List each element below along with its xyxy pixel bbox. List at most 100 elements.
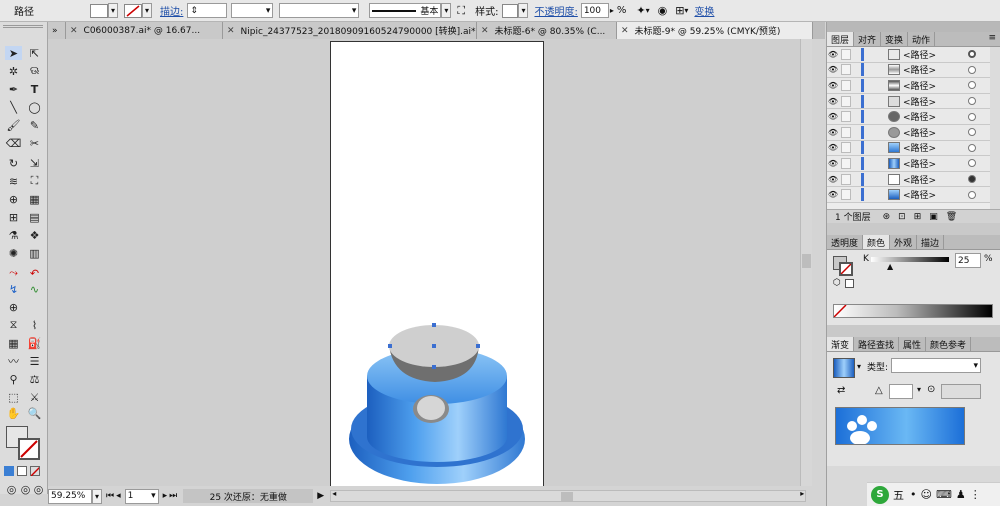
pen-tool-icon[interactable]: ✒ [5,82,22,96]
first-artboard-icon[interactable]: ⏮ [106,491,114,501]
ellipse-tool-icon[interactable]: ◯ [26,100,43,114]
ime-mode-label[interactable]: 五 [893,487,904,503]
style-swatch[interactable] [502,3,519,18]
type-tool-icon[interactable]: T [26,82,43,96]
layer-name[interactable]: <路径> [903,48,936,61]
toolbox-grip[interactable] [3,25,43,28]
list-item[interactable]: 👁 <路径> [827,109,1000,125]
target-icon[interactable] [968,65,976,74]
lock-toggle[interactable] [841,142,851,154]
delete-layer-icon[interactable]: 🗑 [946,212,957,222]
mesh-tool-icon[interactable]: ⊞ [5,210,22,224]
eye-icon[interactable]: 👁 [827,97,839,106]
lock-toggle[interactable] [841,189,851,201]
tab-color-guide[interactable]: 颜色参考 [926,337,972,351]
list-item[interactable]: 👁 <路径> [827,93,1000,110]
stroke-swatch[interactable] [124,3,142,18]
scissors-tool-icon[interactable]: ✂ [26,136,43,150]
eye-icon[interactable]: 👁 [827,81,839,90]
close-icon[interactable]: ✕ [481,26,489,36]
locate-object-icon[interactable]: ⊛ [883,212,891,222]
list-item[interactable]: 👁 <路径> [827,187,1000,203]
status-display[interactable]: 25 次还原：无重做 [183,489,314,503]
smooth-tool-icon[interactable]: ↯ [5,282,22,296]
lasso-tool-icon[interactable]: ଊ [26,64,43,78]
tab-transparency[interactable]: 透明度 [827,235,864,249]
target-icon[interactable] [968,159,976,168]
stroke-dropdown-icon[interactable]: ▾ [142,3,152,18]
selection-tool-icon[interactable]: ➤ [5,46,22,60]
stroke-weight-input[interactable]: ⇕ [187,3,228,18]
artwork-illustration[interactable] [331,42,545,486]
tab-gradient[interactable]: 渐变 [827,337,855,351]
list-item[interactable]: 👁 <路径> [827,171,1000,188]
knife-tool-icon[interactable]: ⚔ [26,390,43,404]
free-transform-tool-icon[interactable]: ⛶ [26,174,43,188]
gradient-preview-swatch[interactable] [833,358,855,378]
lock-toggle[interactable] [841,95,851,107]
target-icon[interactable] [968,50,976,59]
align-dropdown-icon[interactable]: ▾ [684,6,688,15]
angle-icon[interactable]: △ [875,385,883,396]
make-clip-mask-icon[interactable]: ⊡ [898,212,906,222]
punctuation-icon[interactable]: • [910,488,917,501]
lock-toggle[interactable] [841,173,851,185]
gradient-mode-icon[interactable] [17,466,27,476]
close-icon[interactable]: ✕ [227,26,235,36]
none-mode-icon[interactable] [30,466,40,476]
eye-icon[interactable]: 👁 [827,112,839,121]
white-swatch[interactable] [845,279,854,288]
angle-input[interactable] [889,384,913,399]
doc-tab-2[interactable]: ✕ Nipic_24377523_20180909160524790000 [转换… [223,22,477,39]
shape-builder-tool-icon[interactable]: ⊕ [5,192,22,206]
eye-icon[interactable]: 👁 [827,128,839,137]
zoom-tool-icon[interactable]: 🔍 [26,406,43,420]
target-icon[interactable] [968,112,976,121]
slice-tool-icon[interactable]: ⌇ [26,318,43,332]
layer-name[interactable]: <路径> [903,141,936,154]
list-item[interactable]: 👁 <路径> [827,156,1000,172]
tab-align[interactable]: 对齐 [854,32,882,46]
recolor-icon[interactable]: ✦ [636,4,645,17]
opacity-link[interactable]: 不透明度: [534,3,577,18]
tab-actions[interactable]: 动作 [908,32,936,46]
layer-name[interactable]: <路径> [903,79,936,92]
eyedropper-alt-tool-icon[interactable]: ⚲ [5,372,22,386]
zoom-dropdown[interactable]: 59.25% [48,488,92,504]
layer-name[interactable]: <路径> [903,157,936,170]
tab-transform[interactable]: 变换 [881,32,909,46]
gradient-preset-dropdown-icon[interactable]: ▾ [857,362,861,371]
layer-name[interactable]: <路径> [903,110,936,123]
reverse-gradient-icon[interactable]: ⇄ [837,385,845,396]
perspective-grid-tool-icon[interactable]: ▦ [26,192,43,206]
warp-tool-icon[interactable]: ≋ [5,174,22,188]
tab-pathfinder[interactable]: 路径查找 [854,337,900,351]
style-dropdown-icon[interactable]: ▾ [518,3,529,18]
blob-brush-tool-icon[interactable]: ⌫ [5,136,22,150]
draw-inside-icon[interactable]: ◎ [30,482,47,496]
tray-menu-icon[interactable]: ⋮ [970,488,981,501]
zoom-dropdown-icon[interactable]: ▾ [92,488,102,504]
close-icon[interactable]: ✕ [70,26,78,36]
doc-tab-1[interactable]: ✕ C06000387.ai* @ 16.67... [66,22,223,39]
direct-selection-tool-icon[interactable]: ⇱ [26,46,43,60]
scroll-left-icon[interactable]: ◂ [332,489,336,498]
stroke-profile-dropdown[interactable]: 基本 [369,3,442,18]
tab-appearance[interactable]: 外观 [890,235,918,249]
doc-tab-3[interactable]: ✕ 未标题-6* @ 80.35% (C... [477,22,617,39]
status-menu-icon[interactable]: ▶ [317,491,324,501]
target-icon[interactable] [968,190,976,199]
target-icon[interactable] [968,81,976,90]
color-spectrum[interactable] [833,304,993,318]
artboard-crop-tool-icon[interactable]: ⬚ [5,390,22,404]
lock-toggle[interactable] [841,79,851,91]
k-slider[interactable] [871,257,949,262]
vertical-scrollbar-thumb[interactable] [802,254,811,268]
transform-link[interactable]: 变换 [694,3,714,18]
lock-toggle[interactable] [841,64,851,76]
eye-icon[interactable]: 👁 [827,190,839,199]
k-value-input[interactable]: 25 [955,253,981,268]
paintbrush-tool-icon[interactable]: 🖌 [5,118,22,132]
transform-icon[interactable]: ⛶ [457,4,465,18]
eyedropper-tool-icon[interactable]: ⚗ [5,228,22,242]
